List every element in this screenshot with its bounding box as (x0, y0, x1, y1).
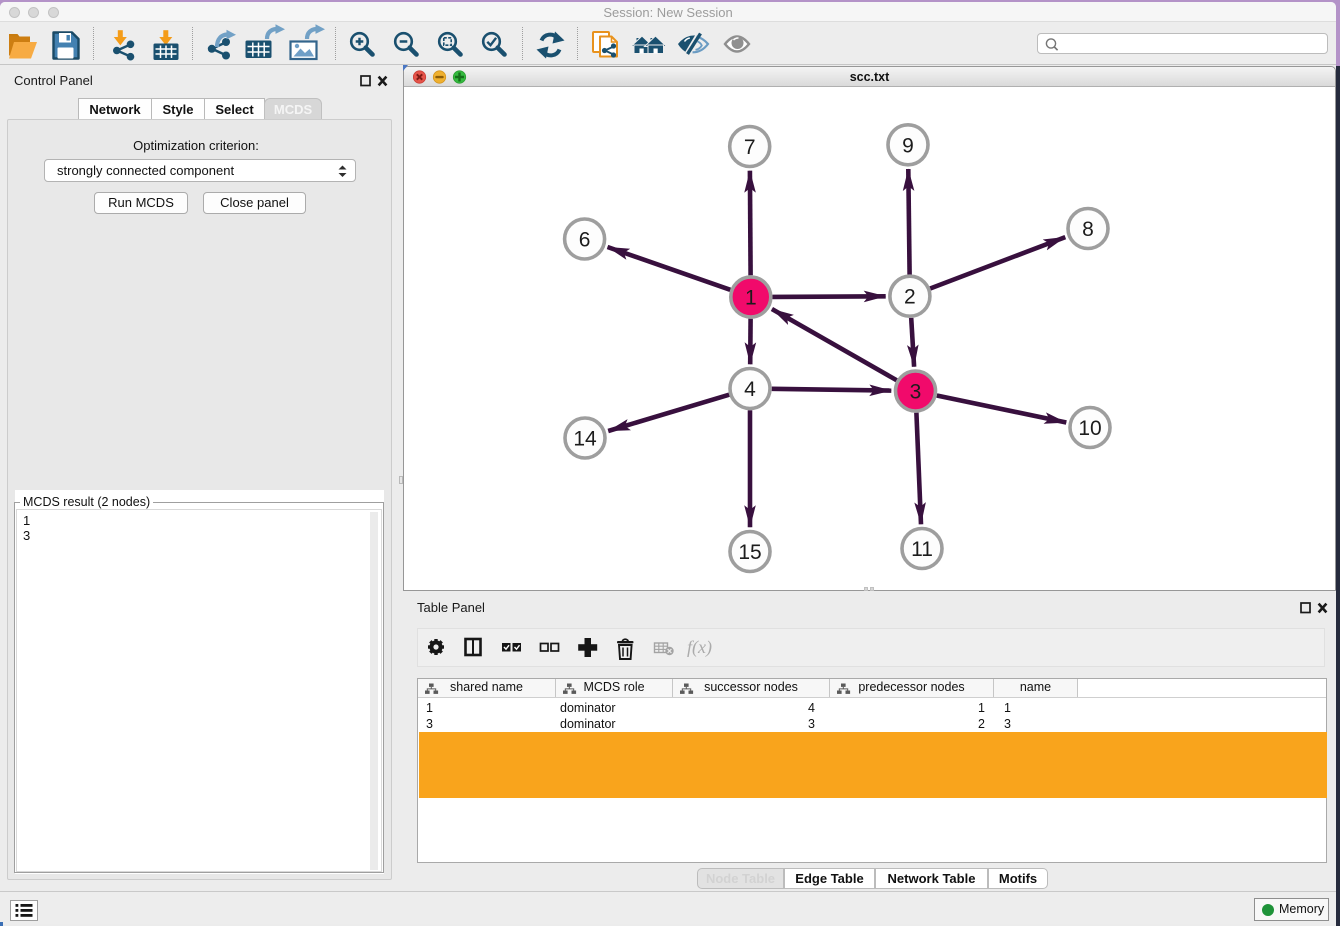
svg-text:4: 4 (744, 378, 756, 401)
svg-text:15: 15 (738, 541, 761, 564)
svg-text:10: 10 (1078, 417, 1101, 440)
svg-text:14: 14 (573, 428, 597, 451)
svg-text:3: 3 (910, 381, 922, 404)
svg-text:1: 1 (745, 287, 757, 310)
svg-text:2: 2 (904, 286, 916, 309)
svg-text:6: 6 (579, 229, 591, 252)
svg-text:8: 8 (1082, 218, 1094, 241)
svg-text:9: 9 (902, 134, 914, 157)
svg-text:f(x): f(x) (687, 637, 712, 658)
svg-text:7: 7 (744, 136, 756, 159)
svg-text:11: 11 (911, 538, 933, 561)
